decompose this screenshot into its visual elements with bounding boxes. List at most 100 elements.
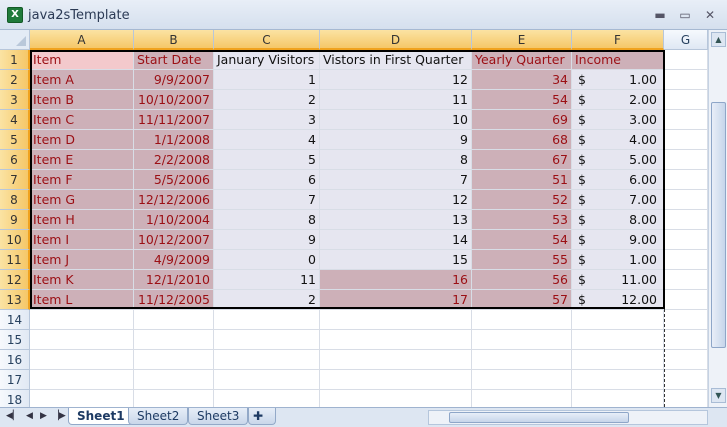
cell-jan-visitors[interactable]: 3 xyxy=(214,110,320,130)
cell[interactable] xyxy=(572,370,664,390)
cell[interactable] xyxy=(664,330,708,350)
cell-jan-visitors[interactable]: 8 xyxy=(214,210,320,230)
cell-income[interactable]: $4.00 xyxy=(572,130,664,150)
cell-date[interactable]: 5/5/2006 xyxy=(134,170,214,190)
cell[interactable] xyxy=(214,310,320,330)
vertical-scroll-thumb[interactable] xyxy=(711,102,726,348)
scroll-up-button[interactable]: ▲ xyxy=(711,32,726,47)
last-sheet-icon[interactable]: ▕▶ xyxy=(52,411,66,421)
cell-jan-visitors[interactable]: 6 xyxy=(214,170,320,190)
cell-item[interactable]: Item H xyxy=(30,210,134,230)
cell-jan-visitors[interactable]: 9 xyxy=(214,230,320,250)
cell[interactable] xyxy=(134,330,214,350)
cell-yearly-quarter[interactable]: 55 xyxy=(472,250,572,270)
horizontal-scroll-thumb[interactable] xyxy=(449,412,629,423)
cell[interactable] xyxy=(472,370,572,390)
cell[interactable] xyxy=(664,70,708,90)
cell[interactable] xyxy=(664,250,708,270)
cell-income[interactable]: $8.00 xyxy=(572,210,664,230)
cell[interactable] xyxy=(320,370,472,390)
cell[interactable] xyxy=(664,150,708,170)
cell-yearly-quarter[interactable]: 52 xyxy=(472,190,572,210)
cell-date[interactable]: 11/12/2005 xyxy=(134,290,214,310)
cell-item[interactable]: Item A xyxy=(30,70,134,90)
cell-q1-visitors[interactable]: 17 xyxy=(320,290,472,310)
header-cell[interactable]: January Visitors xyxy=(214,50,320,70)
cell[interactable] xyxy=(572,330,664,350)
header-cell[interactable]: Vistors in First Quarter xyxy=(320,50,472,70)
cell[interactable] xyxy=(664,290,708,310)
cell-date[interactable]: 4/9/2009 xyxy=(134,250,214,270)
row-header[interactable]: 15 xyxy=(0,330,30,350)
cell[interactable] xyxy=(320,330,472,350)
restore-button[interactable]: ▭ xyxy=(675,7,695,23)
minimize-button[interactable]: ▬ xyxy=(650,7,670,23)
cell-q1-visitors[interactable]: 13 xyxy=(320,210,472,230)
cell[interactable] xyxy=(572,310,664,330)
cell[interactable] xyxy=(214,330,320,350)
cell-income[interactable]: $2.00 xyxy=(572,90,664,110)
row-header[interactable]: 7 xyxy=(0,170,30,190)
row-header[interactable]: 6 xyxy=(0,150,30,170)
cell-q1-visitors[interactable]: 9 xyxy=(320,130,472,150)
header-cell[interactable]: Start Date xyxy=(134,50,214,70)
cell-item[interactable]: Item I xyxy=(30,230,134,250)
cell[interactable] xyxy=(664,110,708,130)
cell-date[interactable]: 11/11/2007 xyxy=(134,110,214,130)
cell-jan-visitors[interactable]: 0 xyxy=(214,250,320,270)
cell-yearly-quarter[interactable]: 34 xyxy=(472,70,572,90)
cell-jan-visitors[interactable]: 11 xyxy=(214,270,320,290)
cell-yearly-quarter[interactable]: 57 xyxy=(472,290,572,310)
first-sheet-icon[interactable]: ◀▏ xyxy=(6,411,20,421)
cell-date[interactable]: 12/1/2010 xyxy=(134,270,214,290)
cell[interactable] xyxy=(30,330,134,350)
cell[interactable] xyxy=(472,350,572,370)
cell-q1-visitors[interactable]: 11 xyxy=(320,90,472,110)
column-header[interactable]: E xyxy=(472,30,572,50)
header-cell[interactable]: Item xyxy=(30,50,134,70)
cell-item[interactable]: Item K xyxy=(30,270,134,290)
cell-income[interactable]: $1.00 xyxy=(572,70,664,90)
vertical-scrollbar[interactable]: ▲ ▼ xyxy=(708,30,727,407)
cell[interactable] xyxy=(134,350,214,370)
row-header[interactable]: 4 xyxy=(0,110,30,130)
prev-sheet-icon[interactable]: ◀ xyxy=(26,411,33,421)
cell-jan-visitors[interactable]: 2 xyxy=(214,90,320,110)
row-header[interactable]: 9 xyxy=(0,210,30,230)
cell-jan-visitors[interactable]: 7 xyxy=(214,190,320,210)
column-header[interactable]: G xyxy=(664,30,708,50)
tab-sheet3[interactable]: Sheet3 xyxy=(188,408,249,425)
cell[interactable] xyxy=(320,310,472,330)
row-header[interactable]: 14 xyxy=(0,310,30,330)
row-header[interactable]: 13 xyxy=(0,290,30,310)
row-header[interactable]: 2 xyxy=(0,70,30,90)
cell[interactable] xyxy=(134,370,214,390)
cell-income[interactable]: $3.00 xyxy=(572,110,664,130)
cell-yearly-quarter[interactable]: 56 xyxy=(472,270,572,290)
cell-yearly-quarter[interactable]: 67 xyxy=(472,150,572,170)
cell-date[interactable]: 2/2/2008 xyxy=(134,150,214,170)
cell-q1-visitors[interactable]: 10 xyxy=(320,110,472,130)
cell[interactable] xyxy=(572,350,664,370)
select-all-corner[interactable] xyxy=(0,30,30,50)
cell[interactable] xyxy=(664,270,708,290)
cell-item[interactable]: Item D xyxy=(30,130,134,150)
cell-q1-visitors[interactable]: 15 xyxy=(320,250,472,270)
cell-yearly-quarter[interactable]: 51 xyxy=(472,170,572,190)
horizontal-scrollbar[interactable] xyxy=(428,410,708,425)
cell-yearly-quarter[interactable]: 68 xyxy=(472,130,572,150)
cell-date[interactable]: 10/12/2007 xyxy=(134,230,214,250)
cell-date[interactable]: 10/10/2007 xyxy=(134,90,214,110)
next-sheet-icon[interactable]: ▶ xyxy=(40,411,47,421)
cell-q1-visitors[interactable]: 8 xyxy=(320,150,472,170)
cell[interactable] xyxy=(664,90,708,110)
row-header[interactable]: 17 xyxy=(0,370,30,390)
cell[interactable] xyxy=(664,230,708,250)
cell-q1-visitors[interactable]: 12 xyxy=(320,190,472,210)
row-header[interactable]: 5 xyxy=(0,130,30,150)
row-header[interactable]: 1 xyxy=(0,50,30,70)
cell[interactable] xyxy=(664,310,708,330)
cell-item[interactable]: Item E xyxy=(30,150,134,170)
header-cell[interactable]: Yearly Quarter xyxy=(472,50,572,70)
cell-date[interactable]: 12/12/2006 xyxy=(134,190,214,210)
